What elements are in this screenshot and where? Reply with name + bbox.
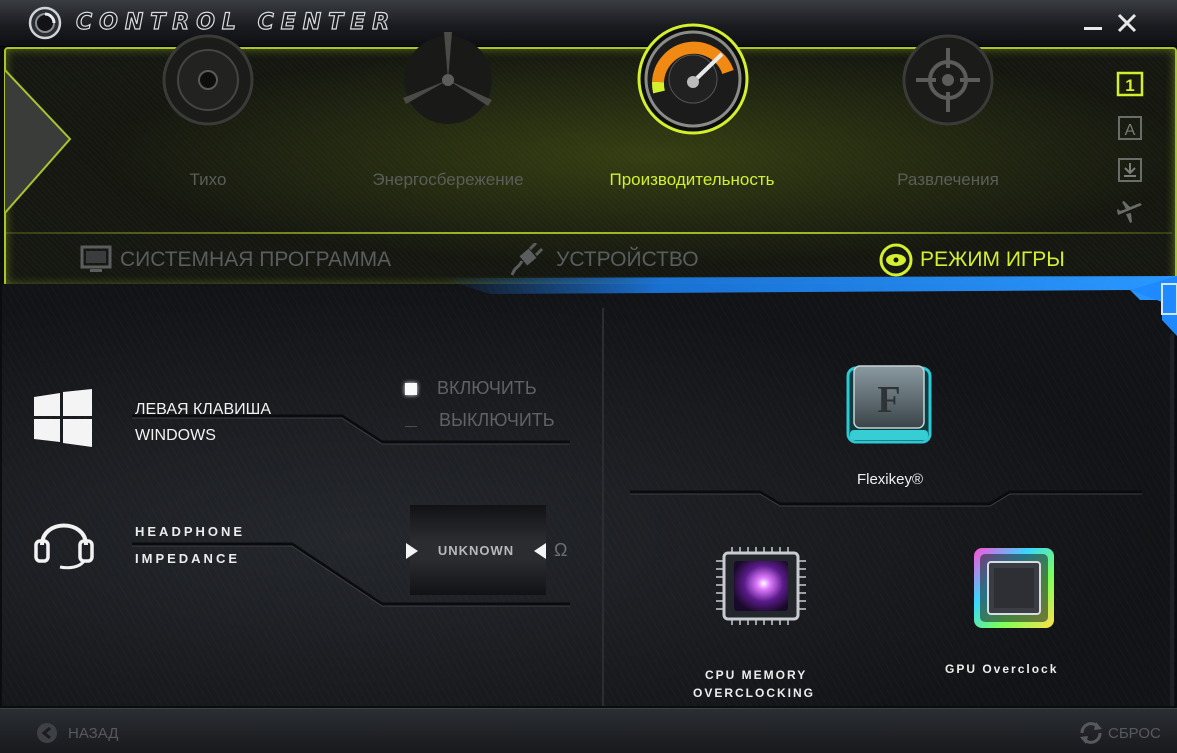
panel-divider (6, 232, 1172, 234)
panel-arrow-icon (4, 67, 72, 216)
minimize-button[interactable] (1080, 10, 1106, 36)
impedance-next-arrow-icon[interactable] (532, 542, 548, 560)
cpu-memory-label: CPU MEMORY (705, 668, 808, 682)
mode-performance[interactable]: Производительность (592, 23, 792, 190)
app-logo-icon (28, 6, 62, 40)
flexikey-key-icon[interactable]: F (846, 364, 932, 446)
airplane-icon[interactable] (1116, 199, 1144, 225)
mode-power-saving-label: Энергосбережение (372, 170, 524, 189)
download-icon[interactable] (1116, 157, 1144, 183)
tab-game-mode-label: РЕЖИМ ИГРЫ (920, 248, 1065, 271)
gpu-overclock-label: GPU Overclock (945, 662, 1059, 676)
back-button-label: НАЗАД (68, 724, 119, 742)
enable-radio-label: ВКЛЮЧИТЬ (437, 378, 537, 398)
disable-radio[interactable]: ВЫКЛЮЧИТЬ (405, 410, 555, 431)
cpu-chip-icon[interactable] (712, 541, 812, 631)
speaker-icon (162, 34, 254, 126)
back-arrow-icon (37, 723, 57, 743)
tab-device[interactable]: УСТРОЙСТВО (508, 243, 699, 277)
center-divider (602, 308, 604, 706)
svg-text:A: A (1125, 122, 1136, 139)
connector-line (630, 490, 1142, 507)
gamepad-icon (879, 243, 913, 277)
reset-button[interactable]: СБРОС (1078, 721, 1161, 745)
tab-game-mode[interactable]: РЕЖИМ ИГРЫ (878, 243, 1065, 277)
profile-1-icon[interactable]: 1 (1116, 71, 1144, 97)
svg-text:1: 1 (1125, 76, 1134, 95)
mode-quiet-label: Тихо (189, 170, 227, 189)
overclocking-label: OVERCLOCKING (693, 686, 816, 700)
enable-radio-box[interactable] (405, 382, 417, 395)
plug-icon (510, 243, 544, 276)
mode-performance-label: Производительность (609, 170, 775, 189)
crosshair-icon (902, 34, 994, 126)
wind-turbine-icon (403, 32, 492, 124)
headset-icon (34, 523, 94, 570)
ohm-unit: Ω (554, 540, 568, 560)
enable-radio[interactable]: ВКЛЮЧИТЬ (405, 378, 537, 399)
headphone-label: HEADPHONE (135, 524, 246, 539)
disable-radio-box[interactable] (405, 415, 417, 427)
close-button[interactable] (1114, 10, 1140, 36)
gpu-chip-icon[interactable] (972, 546, 1056, 630)
tab-system-program-label: СИСТЕМНАЯ ПРОГРАММА (120, 248, 392, 271)
mode-power-saving[interactable]: Энергосбережение (348, 30, 548, 190)
mode-entertainment-label: Развлечения (897, 170, 999, 189)
right-border (1170, 334, 1174, 706)
profile-a-icon[interactable]: A (1116, 115, 1144, 141)
bottom-bar (0, 708, 1177, 753)
speedometer-icon (637, 23, 749, 135)
impedance-prev-arrow-icon[interactable] (404, 542, 420, 560)
blue-streak-decoration (440, 276, 1177, 336)
monitor-icon (80, 245, 112, 272)
disable-radio-label: ВЫКЛЮЧИТЬ (439, 410, 555, 430)
reset-button-label: СБРОС (1108, 724, 1161, 742)
refresh-icon (1080, 722, 1102, 744)
tab-device-label: УСТРОЙСТВО (556, 248, 699, 271)
svg-text:F: F (877, 379, 900, 421)
windows-logo-icon (34, 389, 92, 447)
mode-quiet[interactable]: Тихо (108, 30, 308, 190)
tab-system-program[interactable]: СИСТЕМНАЯ ПРОГРАММА (80, 243, 391, 277)
back-button[interactable]: НАЗАД (36, 722, 118, 744)
impedance-value: UNKNOWN (437, 543, 515, 558)
mode-entertainment[interactable]: Развлечения (848, 30, 1048, 190)
